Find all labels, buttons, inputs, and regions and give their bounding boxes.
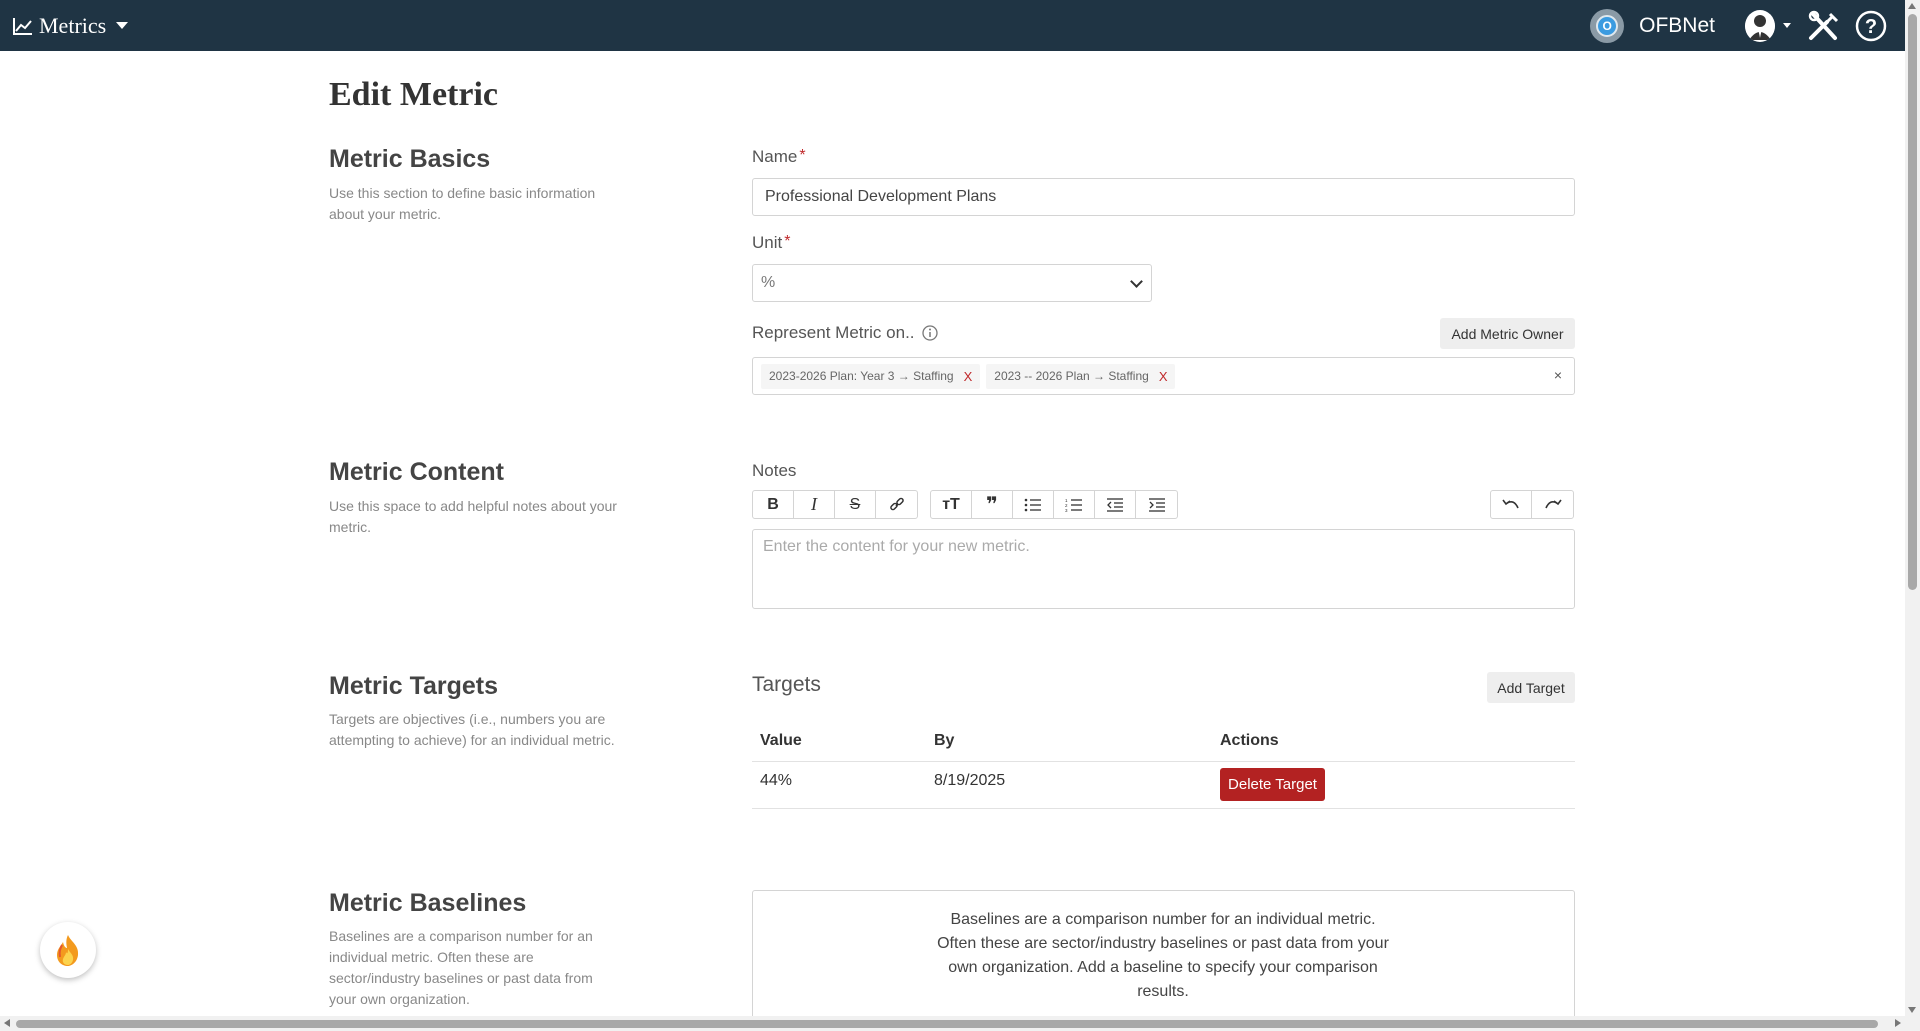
table-divider bbox=[752, 808, 1575, 809]
chevron-down-icon bbox=[1130, 275, 1143, 288]
vertical-scrollbar[interactable] bbox=[1905, 0, 1920, 1031]
scroll-right-icon[interactable] bbox=[1895, 1019, 1901, 1027]
baselines-info: Baselines are a comparison number for an… bbox=[937, 911, 1389, 1000]
indent-icon bbox=[1148, 497, 1165, 512]
horizontal-scroll-thumb[interactable] bbox=[16, 1020, 1878, 1028]
link-icon bbox=[889, 497, 904, 510]
section-title-content: Metric Content bbox=[329, 458, 504, 486]
tag-label: 2023 -- 2026 Plan → Staffing bbox=[994, 369, 1149, 383]
section-desc-basics: Use this section to define basic informa… bbox=[329, 185, 596, 222]
tag-item: 2023-2026 Plan: Year 3 → Staffing X bbox=[761, 363, 981, 389]
tag-label: 2023-2026 Plan: Year 3 → Staffing bbox=[769, 369, 954, 383]
outdent-icon bbox=[1107, 497, 1123, 512]
scroll-left-icon[interactable] bbox=[4, 1019, 10, 1027]
link-button[interactable] bbox=[876, 491, 917, 518]
delete-target-button[interactable]: Delete Target bbox=[1220, 768, 1325, 801]
fire-icon bbox=[57, 935, 79, 966]
unit-select-value: % bbox=[761, 274, 776, 291]
italic-icon: I bbox=[811, 494, 817, 514]
quote-icon: ❞ bbox=[986, 494, 998, 516]
chevron-down-icon bbox=[116, 22, 129, 29]
top-navbar: Metrics O OFBNet ? bbox=[0, 0, 1905, 51]
bullet-list-button[interactable] bbox=[1013, 491, 1054, 518]
baselines-panel: Baselines are a comparison number for an… bbox=[752, 890, 1575, 1020]
unit-label-text: Unit bbox=[752, 233, 783, 252]
targets-heading: Targets bbox=[752, 673, 821, 696]
info-icon[interactable] bbox=[921, 324, 939, 342]
avatar-icon[interactable] bbox=[1745, 9, 1775, 42]
bold-icon: B bbox=[767, 495, 779, 513]
name-label-text: Name bbox=[752, 147, 798, 166]
undo-icon bbox=[1502, 499, 1519, 508]
add-target-button[interactable]: Add Target bbox=[1487, 672, 1575, 703]
strikethrough-icon: S bbox=[849, 495, 861, 513]
clear-tags-button[interactable]: × bbox=[1554, 367, 1562, 383]
name-label: Name * bbox=[752, 147, 806, 167]
tag-item: 2023 -- 2026 Plan → Staffing X bbox=[986, 363, 1176, 389]
redo-icon bbox=[1544, 499, 1562, 508]
tag-remove-button[interactable]: X bbox=[964, 369, 973, 384]
org-name[interactable]: OFBNet bbox=[1639, 14, 1715, 38]
section-title-baselines: Metric Baselines bbox=[329, 889, 527, 917]
section-desc-content: Use this space to add helpful notes abou… bbox=[329, 498, 617, 535]
format-toolbar-group-1: B I S bbox=[752, 490, 918, 519]
notes-label: Notes bbox=[752, 461, 797, 480]
section-title-targets: Metric Targets bbox=[329, 672, 499, 700]
heading-icon: ᴛT bbox=[942, 495, 960, 513]
italic-button[interactable]: I bbox=[794, 491, 835, 518]
format-toolbar-group-3 bbox=[1490, 490, 1574, 519]
floating-help-button[interactable] bbox=[40, 922, 96, 978]
vertical-scroll-thumb[interactable] bbox=[1908, 14, 1917, 590]
outdent-button[interactable] bbox=[1095, 491, 1136, 518]
redo-button[interactable] bbox=[1532, 491, 1573, 518]
table-header-by: By bbox=[934, 732, 955, 749]
target-value-cell: 44% bbox=[760, 772, 793, 789]
name-input[interactable]: Professional Development Plans bbox=[752, 178, 1575, 216]
bullet-list-icon bbox=[1024, 498, 1041, 511]
help-icon[interactable]: ? bbox=[1855, 10, 1887, 42]
table-divider bbox=[752, 761, 1575, 762]
bold-button[interactable]: B bbox=[753, 491, 794, 518]
numbered-list-icon: 1 2 3 bbox=[1065, 498, 1082, 512]
undo-button[interactable] bbox=[1491, 491, 1532, 518]
required-mark: * bbox=[784, 233, 791, 250]
horizontal-scrollbar[interactable] bbox=[0, 1016, 1905, 1031]
indent-button[interactable] bbox=[1136, 491, 1177, 518]
unit-select[interactable]: % bbox=[752, 264, 1152, 302]
strikethrough-button[interactable]: S bbox=[835, 491, 876, 518]
tools-icon[interactable] bbox=[1807, 10, 1841, 42]
tag-remove-button[interactable]: X bbox=[1159, 369, 1168, 384]
org-logo[interactable]: O bbox=[1590, 8, 1625, 43]
represent-tags-input[interactable]: 2023-2026 Plan: Year 3 → Staffing X 2023… bbox=[752, 357, 1575, 395]
numbered-list-button[interactable]: 1 2 3 bbox=[1054, 491, 1095, 518]
heading-button[interactable]: ᴛT bbox=[931, 491, 972, 518]
table-header-value: Value bbox=[760, 732, 802, 749]
scroll-up-icon[interactable] bbox=[1908, 3, 1916, 9]
required-mark: * bbox=[799, 147, 806, 164]
table-header-actions: Actions bbox=[1220, 732, 1279, 749]
metrics-menu[interactable]: Metrics bbox=[12, 12, 129, 39]
svg-text:3: 3 bbox=[1065, 508, 1068, 512]
quote-button[interactable]: ❞ bbox=[972, 491, 1013, 518]
notes-editor[interactable]: Enter the content for your new metric. bbox=[752, 529, 1575, 609]
section-desc-targets: Targets are objectives (i.e., numbers yo… bbox=[329, 711, 615, 748]
represent-label-text: Represent Metric on.. bbox=[752, 323, 915, 342]
add-metric-owner-button[interactable]: Add Metric Owner bbox=[1440, 318, 1575, 349]
metrics-menu-label: Metrics bbox=[39, 12, 107, 38]
unit-label: Unit * bbox=[752, 233, 790, 253]
navbar-right: O OFBNet ? bbox=[1590, 0, 1887, 51]
chart-line-icon bbox=[13, 17, 32, 35]
notes-placeholder: Enter the content for your new metric. bbox=[763, 538, 1030, 555]
format-toolbar-group-2: ᴛT ❞ 1 2 3 bbox=[930, 490, 1178, 519]
user-menu-chevron-icon[interactable] bbox=[1783, 23, 1791, 28]
section-title-basics: Metric Basics bbox=[329, 145, 491, 173]
svg-text:?: ? bbox=[1865, 16, 1877, 38]
target-by-cell: 8/19/2025 bbox=[934, 772, 1006, 789]
scroll-down-icon[interactable] bbox=[1908, 1007, 1916, 1013]
represent-label: Represent Metric on.. bbox=[752, 323, 939, 343]
name-input-value: Professional Development Plans bbox=[765, 188, 997, 205]
section-desc-baselines: Baselines are a comparison number for an… bbox=[329, 928, 593, 1007]
page-title: Edit Metric bbox=[329, 76, 498, 113]
org-logo-letter: O bbox=[1596, 14, 1619, 37]
